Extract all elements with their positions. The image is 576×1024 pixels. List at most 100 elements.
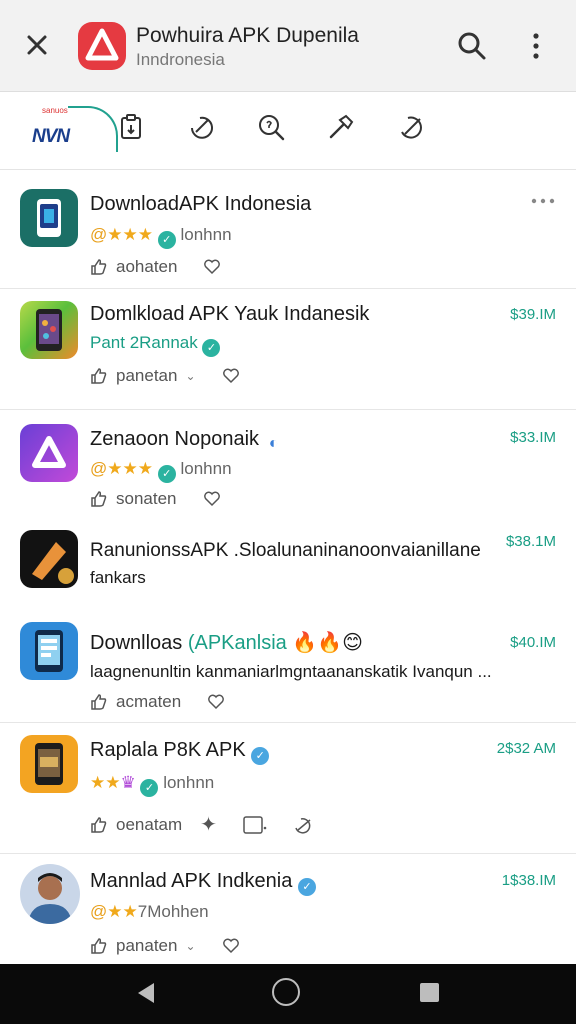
verified-icon: ✓ (251, 747, 270, 765)
action-label[interactable]: oenatam (116, 815, 182, 835)
list-item[interactable]: Domlkload APK Yauk Indanesik Pant 2Ranna… (0, 289, 576, 409)
app-rating-row: @★★7Mohhen (90, 902, 209, 921)
app-description: fankars (90, 568, 146, 587)
chevron-down-icon[interactable]: ⌄ (185, 939, 195, 953)
app-name: Zenaoon Noponaik ◐ (90, 428, 283, 453)
page-title: Powhuira APK Dupenila (136, 24, 359, 47)
list-item[interactable]: Mannlad APK Indkenia ✓ @★★7Mohhen panate… (0, 854, 576, 964)
back-icon[interactable] (134, 980, 158, 1006)
rating-stars: ★★★ (107, 459, 153, 478)
app-actions: acmaten (90, 692, 225, 712)
heart-icon[interactable] (207, 693, 225, 711)
app-logo (78, 22, 126, 70)
app-rating-row: @★★★ ✓ lonhnn (90, 225, 232, 249)
app-name: DownloadAPK Indonesia (90, 193, 312, 215)
app-icon (20, 735, 78, 793)
app-price: $39.IM (510, 306, 556, 323)
more-horizontal-icon[interactable] (530, 197, 556, 205)
app-name: Downlloas (APKanlsia 🔥🔥😊 (90, 632, 363, 654)
rating-stars: ★★★ (107, 225, 153, 244)
app-meta-text: lonhnn (180, 225, 232, 244)
app-meta-text: 7Mohhen (137, 902, 209, 921)
list-item[interactable]: RanunionssAPK .Sloalunaninanoonvaianilla… (0, 520, 576, 612)
app-actions: panetan ⌄ (90, 366, 240, 386)
thumbs-up-icon[interactable] (90, 490, 108, 508)
app-actions: sonaten (90, 489, 221, 509)
app-icon (20, 530, 78, 588)
action-label[interactable]: sonaten (116, 489, 177, 509)
thumbs-up-icon[interactable] (90, 816, 108, 834)
app-name: Domlkload APK Yauk Indanesik (90, 303, 370, 325)
app-actions: panaten ⌄ (90, 936, 240, 956)
page-subtitle: Inndronesia (136, 50, 225, 69)
verified-icon: ✓ (297, 878, 316, 896)
emoji-icons: 🔥🔥😊 (292, 632, 363, 654)
verified-icon: ✓ (157, 231, 176, 249)
list-item[interactable]: Zenaoon Noponaik ◐ @★★★ ✓ lonhnn sonaten… (0, 410, 576, 520)
share-icon[interactable] (293, 816, 315, 834)
recent-apps-icon[interactable] (420, 983, 439, 1002)
action-label[interactable]: aohaten (116, 257, 177, 277)
thumbs-up-icon[interactable] (90, 258, 108, 276)
rating-stars: ★★ (90, 773, 121, 792)
chevron-down-icon[interactable]: ⌄ (185, 369, 195, 383)
more-options-icon[interactable] (526, 30, 546, 62)
app-rating-row: ★★♛ ✓ lonhnn (90, 773, 214, 797)
heart-icon[interactable] (203, 490, 221, 508)
top-app-bar: Powhuira APK Dupenila Inndronesia (0, 0, 576, 92)
verified-icon: ◐ (268, 435, 279, 452)
verified-icon: ✓ (157, 465, 176, 483)
verified-icon: ✓ (140, 779, 159, 797)
app-icon (20, 189, 78, 247)
edit-icon[interactable] (186, 112, 216, 142)
category-logo[interactable]: sanuos NVN (30, 100, 118, 158)
app-name: Mannlad APK Indkenia ✓ (90, 870, 316, 896)
list-item[interactable]: DownloadAPK Indonesia @★★★ ✓ lonhnn aoha… (0, 171, 576, 288)
clipboard-icon[interactable] (116, 112, 146, 142)
avatar (20, 864, 80, 924)
thumbs-up-icon[interactable] (90, 937, 108, 955)
system-nav-bar (0, 964, 576, 1024)
window-icon[interactable] (243, 815, 267, 834)
app-icon (20, 301, 78, 359)
app-rating-row: @★★★ ✓ lonhnn (90, 459, 232, 483)
verified-icon: ✓ (202, 339, 221, 357)
category-logo-text: NVN (32, 126, 70, 147)
heart-icon[interactable] (222, 937, 240, 955)
app-actions: aohaten (90, 257, 221, 277)
thumbs-up-icon[interactable] (90, 693, 108, 711)
heart-icon[interactable] (203, 258, 221, 276)
app-icon (20, 424, 78, 482)
app-icon (20, 622, 78, 680)
category-strip: sanuos NVN (0, 92, 576, 170)
app-name: RanunionssAPK .Sloalunaninanoonvaianilla… (90, 540, 481, 561)
app-meta-text: lonhnn (180, 459, 232, 478)
action-label[interactable]: panaten (116, 936, 177, 956)
heart-icon[interactable] (222, 367, 240, 385)
crown-icon: ♛ (120, 773, 136, 792)
app-price: 1$38.IM (501, 872, 556, 889)
app-price: $38.1M (505, 533, 556, 550)
list-item[interactable]: Downlloas (APKanlsia 🔥🔥😊 laagnenunltin k… (0, 612, 576, 722)
action-label[interactable]: acmaten (116, 692, 181, 712)
rating-stars: ★★ (107, 902, 138, 921)
hammer-icon[interactable] (326, 112, 356, 142)
search-icon[interactable] (456, 30, 488, 62)
home-icon[interactable] (272, 978, 300, 1006)
app-name: Raplala P8K APK ✓ (90, 739, 270, 765)
app-rating-row: Pant 2Rannak ✓ (90, 333, 221, 357)
app-price: $33.IM (510, 429, 556, 446)
send-icon[interactable] (396, 112, 426, 142)
search-doc-icon[interactable] (256, 112, 286, 142)
category-logo-small-text: sanuos (42, 106, 68, 115)
app-price: $40.IM (510, 634, 556, 651)
app-meta-text: lonhnn (163, 773, 215, 792)
app-description: laagnenunltin kanmaniarlmgntaananskatik … (90, 662, 492, 681)
app-meta-text: Pant 2Rannak (90, 333, 198, 352)
pin-icon[interactable]: ✦ (200, 812, 217, 837)
app-actions: oenatam ✦ (90, 812, 315, 837)
action-label[interactable]: panetan (116, 366, 177, 386)
close-icon[interactable] (22, 30, 52, 60)
list-item[interactable]: Raplala P8K APK ✓ ★★♛ ✓ lonhnn oenatam ✦… (0, 723, 576, 853)
thumbs-up-icon[interactable] (90, 367, 108, 385)
